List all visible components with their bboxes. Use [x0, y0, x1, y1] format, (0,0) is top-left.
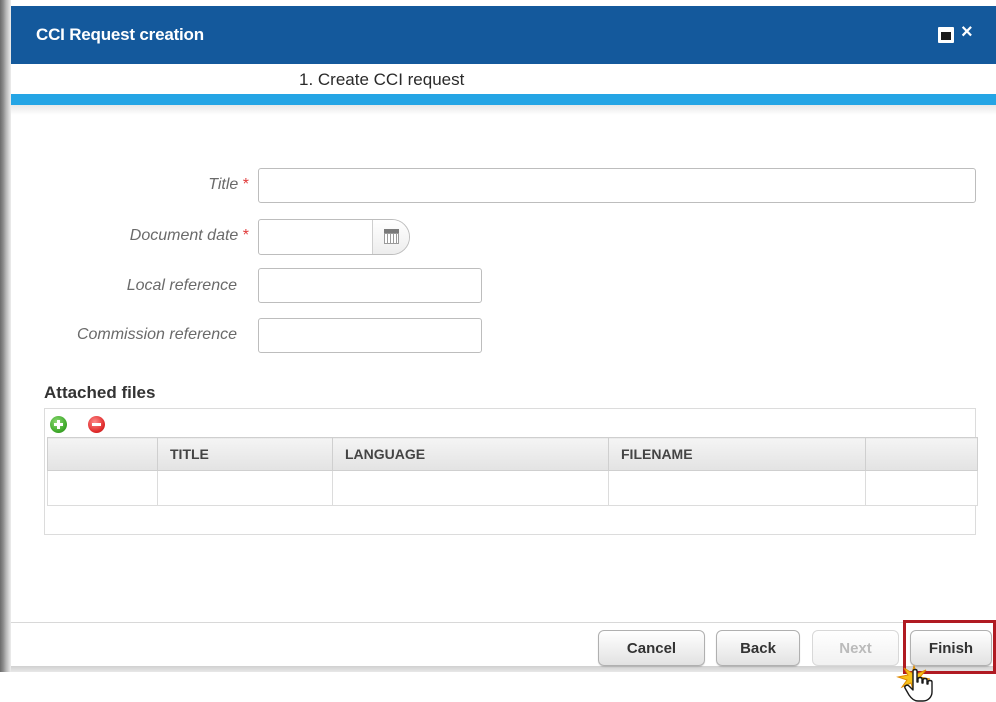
maximize-icon-inner	[941, 32, 951, 40]
table-cell	[47, 470, 158, 506]
table-cell	[865, 470, 978, 506]
title-input[interactable]	[258, 168, 976, 203]
attached-files-title: Attached files	[44, 383, 156, 402]
title-required-marker: *	[242, 176, 249, 193]
progress-bar-shadow	[11, 105, 996, 115]
wizard-progress-bar	[11, 94, 996, 105]
local-reference-input[interactable]	[258, 268, 482, 303]
commission-reference-label-text: Commission reference	[76, 326, 237, 343]
calendar-icon-grid	[384, 233, 399, 244]
dialog-titlebar[interactable]: CCI Request creation ×	[11, 6, 996, 64]
next-button[interactable]: Next	[812, 630, 899, 666]
column-header-title[interactable]: TITLE	[157, 437, 333, 471]
column-header-actions[interactable]	[865, 437, 978, 471]
dialog-title: CCI Request creation	[36, 25, 204, 44]
table-header-row: TITLE LANGUAGE FILENAME	[47, 437, 978, 471]
table-cell	[332, 470, 609, 506]
wizard-step-header: 1. Create CCI request	[11, 64, 996, 94]
table-row	[47, 470, 978, 506]
document-date-input[interactable]	[259, 220, 371, 254]
attached-files-table: TITLE LANGUAGE FILENAME	[47, 437, 978, 506]
document-date-label: Document date *	[130, 227, 249, 245]
title-label: Title *	[208, 176, 249, 194]
commission-reference-input[interactable]	[258, 318, 482, 353]
title-label-text: Title	[208, 176, 239, 193]
table-cell	[608, 470, 866, 506]
back-button[interactable]: Back	[716, 630, 800, 666]
column-header-filename[interactable]: FILENAME	[608, 437, 866, 471]
document-date-required-marker: *	[242, 227, 249, 244]
column-header-select[interactable]	[47, 437, 158, 471]
attached-files-panel: TITLE LANGUAGE FILENAME	[44, 408, 978, 535]
footer-bottom-edge	[11, 666, 996, 672]
window-left-edge	[0, 0, 11, 672]
commission-reference-label: Commission reference	[77, 326, 237, 344]
local-reference-label-text: Local reference	[126, 277, 237, 294]
hand-cursor-icon	[904, 668, 933, 702]
document-date-label-text: Document date	[129, 227, 239, 244]
cancel-button[interactable]: Cancel	[598, 630, 705, 666]
wizard-step-label: 1. Create CCI request	[299, 70, 465, 89]
document-date-picker	[258, 219, 410, 255]
close-icon[interactable]: ×	[961, 22, 973, 42]
local-reference-label: Local reference	[127, 277, 237, 295]
remove-file-icon[interactable]	[88, 416, 105, 433]
cci-request-dialog: CCI Request creation × 1. Create CCI req…	[0, 0, 996, 702]
maximize-icon[interactable]	[938, 27, 954, 43]
add-file-icon[interactable]	[50, 416, 67, 433]
column-header-language[interactable]: LANGUAGE	[332, 437, 609, 471]
calendar-button[interactable]	[372, 220, 409, 254]
table-cell	[157, 470, 333, 506]
